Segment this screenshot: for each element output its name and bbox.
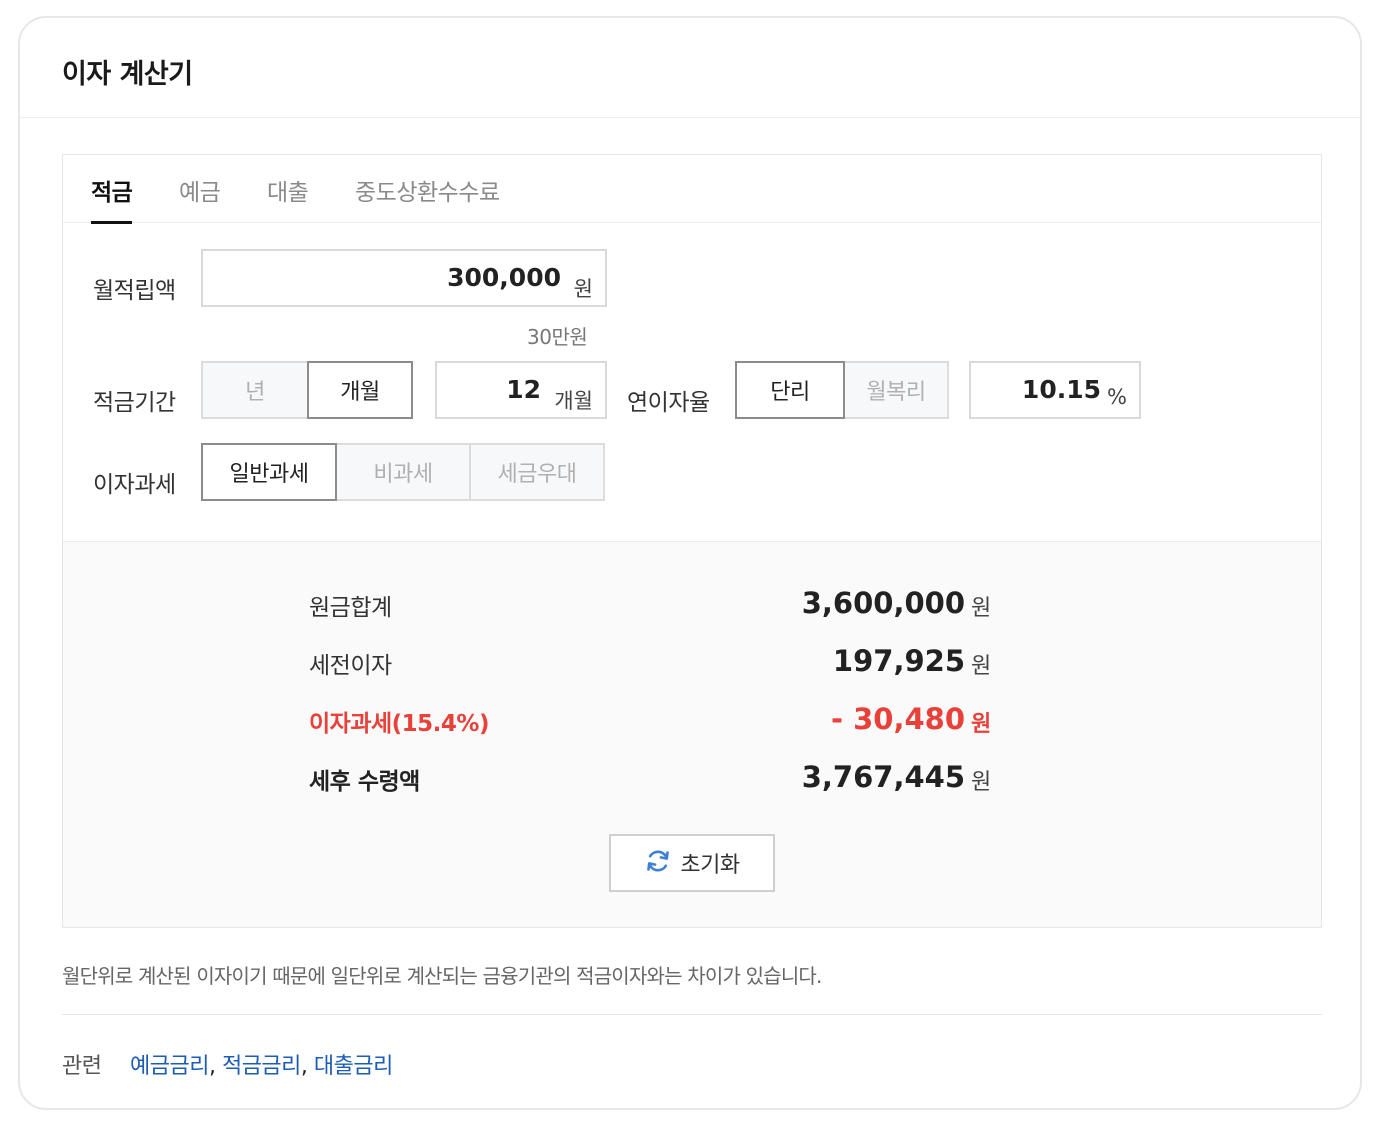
- monthly-deposit-input[interactable]: 300,000 원: [201, 249, 607, 307]
- card-header: 이자 계산기: [20, 18, 1360, 118]
- period-unit-year[interactable]: 년: [201, 361, 309, 419]
- pretax-interest-value: 197,925: [832, 644, 965, 678]
- interest-calculator-card: 이자 계산기 적금 예금 대출 중도상환수수료 월적립액 300,000 원 3…: [18, 16, 1362, 1110]
- tax-type-exempt[interactable]: 비과세: [335, 443, 471, 501]
- interest-tax-result-value: - 30,480: [830, 702, 965, 736]
- interest-tax-result-label: 이자과세(15.4%): [309, 711, 489, 737]
- monthly-deposit-unit: 원: [573, 277, 593, 301]
- annual-rate-input[interactable]: 10.15 %: [969, 361, 1141, 419]
- interest-type-monthly-compound[interactable]: 월복리: [843, 361, 949, 419]
- link-savings-rate[interactable]: 적금금리: [222, 1054, 301, 1079]
- tax-type-general[interactable]: 일반과세: [201, 443, 337, 501]
- after-tax-amount-label: 세후 수령액: [309, 769, 420, 795]
- principal-total-unit: 원: [971, 596, 992, 621]
- period-label: 적금기간: [93, 390, 176, 416]
- related-links: 관련 예금금리, 적금금리, 대출금리: [62, 1048, 393, 1080]
- link-loan-rate[interactable]: 대출금리: [314, 1054, 393, 1079]
- interest-type-toggle: 단리 월복리: [735, 361, 949, 419]
- link-deposit-rate[interactable]: 예금금리: [130, 1054, 209, 1079]
- tab-prepayment-fee[interactable]: 중도상환수수료: [355, 173, 500, 223]
- period-unit-toggle: 년 개월: [201, 361, 413, 419]
- result-area: 원금합계 3,600,000 원 세전이자 197,925 원 이자과세(15.…: [63, 541, 1321, 927]
- tab-deposit[interactable]: 예금: [179, 173, 221, 223]
- reset-button[interactable]: 초기화: [609, 834, 775, 892]
- related-label: 관련: [62, 1054, 102, 1079]
- annual-rate-unit: %: [1107, 385, 1127, 409]
- calculator-panel: 적금 예금 대출 중도상환수수료 월적립액 300,000 원 30만원 적금기…: [62, 154, 1322, 928]
- calculation-notice: 월단위로 계산된 이자이기 때문에 일단위로 계산되는 금융기관의 적금이자와는…: [62, 964, 822, 988]
- principal-total-value: 3,600,000: [801, 586, 965, 620]
- period-unit-month[interactable]: 개월: [307, 361, 413, 419]
- monthly-deposit-value: 300,000: [447, 263, 561, 292]
- monthly-deposit-hint: 30만원: [527, 325, 588, 349]
- interest-tax-label: 이자과세: [93, 472, 176, 498]
- tab-loan[interactable]: 대출: [267, 173, 309, 223]
- after-tax-amount-unit: 원: [971, 770, 992, 795]
- period-input[interactable]: 12 개월: [435, 361, 607, 419]
- link-separator: ,: [300, 1054, 308, 1079]
- tax-type-toggle: 일반과세 비과세 세금우대: [201, 443, 605, 501]
- after-tax-amount-value: 3,767,445: [801, 760, 965, 794]
- pretax-interest-label: 세전이자: [309, 653, 392, 679]
- calculator-tabs: 적금 예금 대출 중도상환수수료: [63, 155, 1321, 224]
- page-title: 이자 계산기: [62, 59, 193, 90]
- refresh-icon: [644, 847, 672, 879]
- period-unit: 개월: [554, 389, 593, 413]
- interest-tax-result-unit: 원: [971, 712, 992, 737]
- tab-savings[interactable]: 적금: [91, 173, 133, 224]
- annual-rate-value: 10.15: [1021, 375, 1101, 404]
- principal-total-label: 원금합계: [309, 595, 392, 621]
- interest-type-simple[interactable]: 단리: [735, 361, 845, 419]
- monthly-deposit-label: 월적립액: [93, 278, 176, 304]
- link-separator: ,: [208, 1054, 216, 1079]
- pretax-interest-unit: 원: [971, 654, 992, 679]
- annual-rate-label: 연이자율: [627, 390, 710, 416]
- tax-type-preferential[interactable]: 세금우대: [469, 443, 605, 501]
- divider: [62, 1014, 1322, 1015]
- reset-button-label: 초기화: [680, 853, 740, 878]
- period-value: 12: [506, 375, 541, 404]
